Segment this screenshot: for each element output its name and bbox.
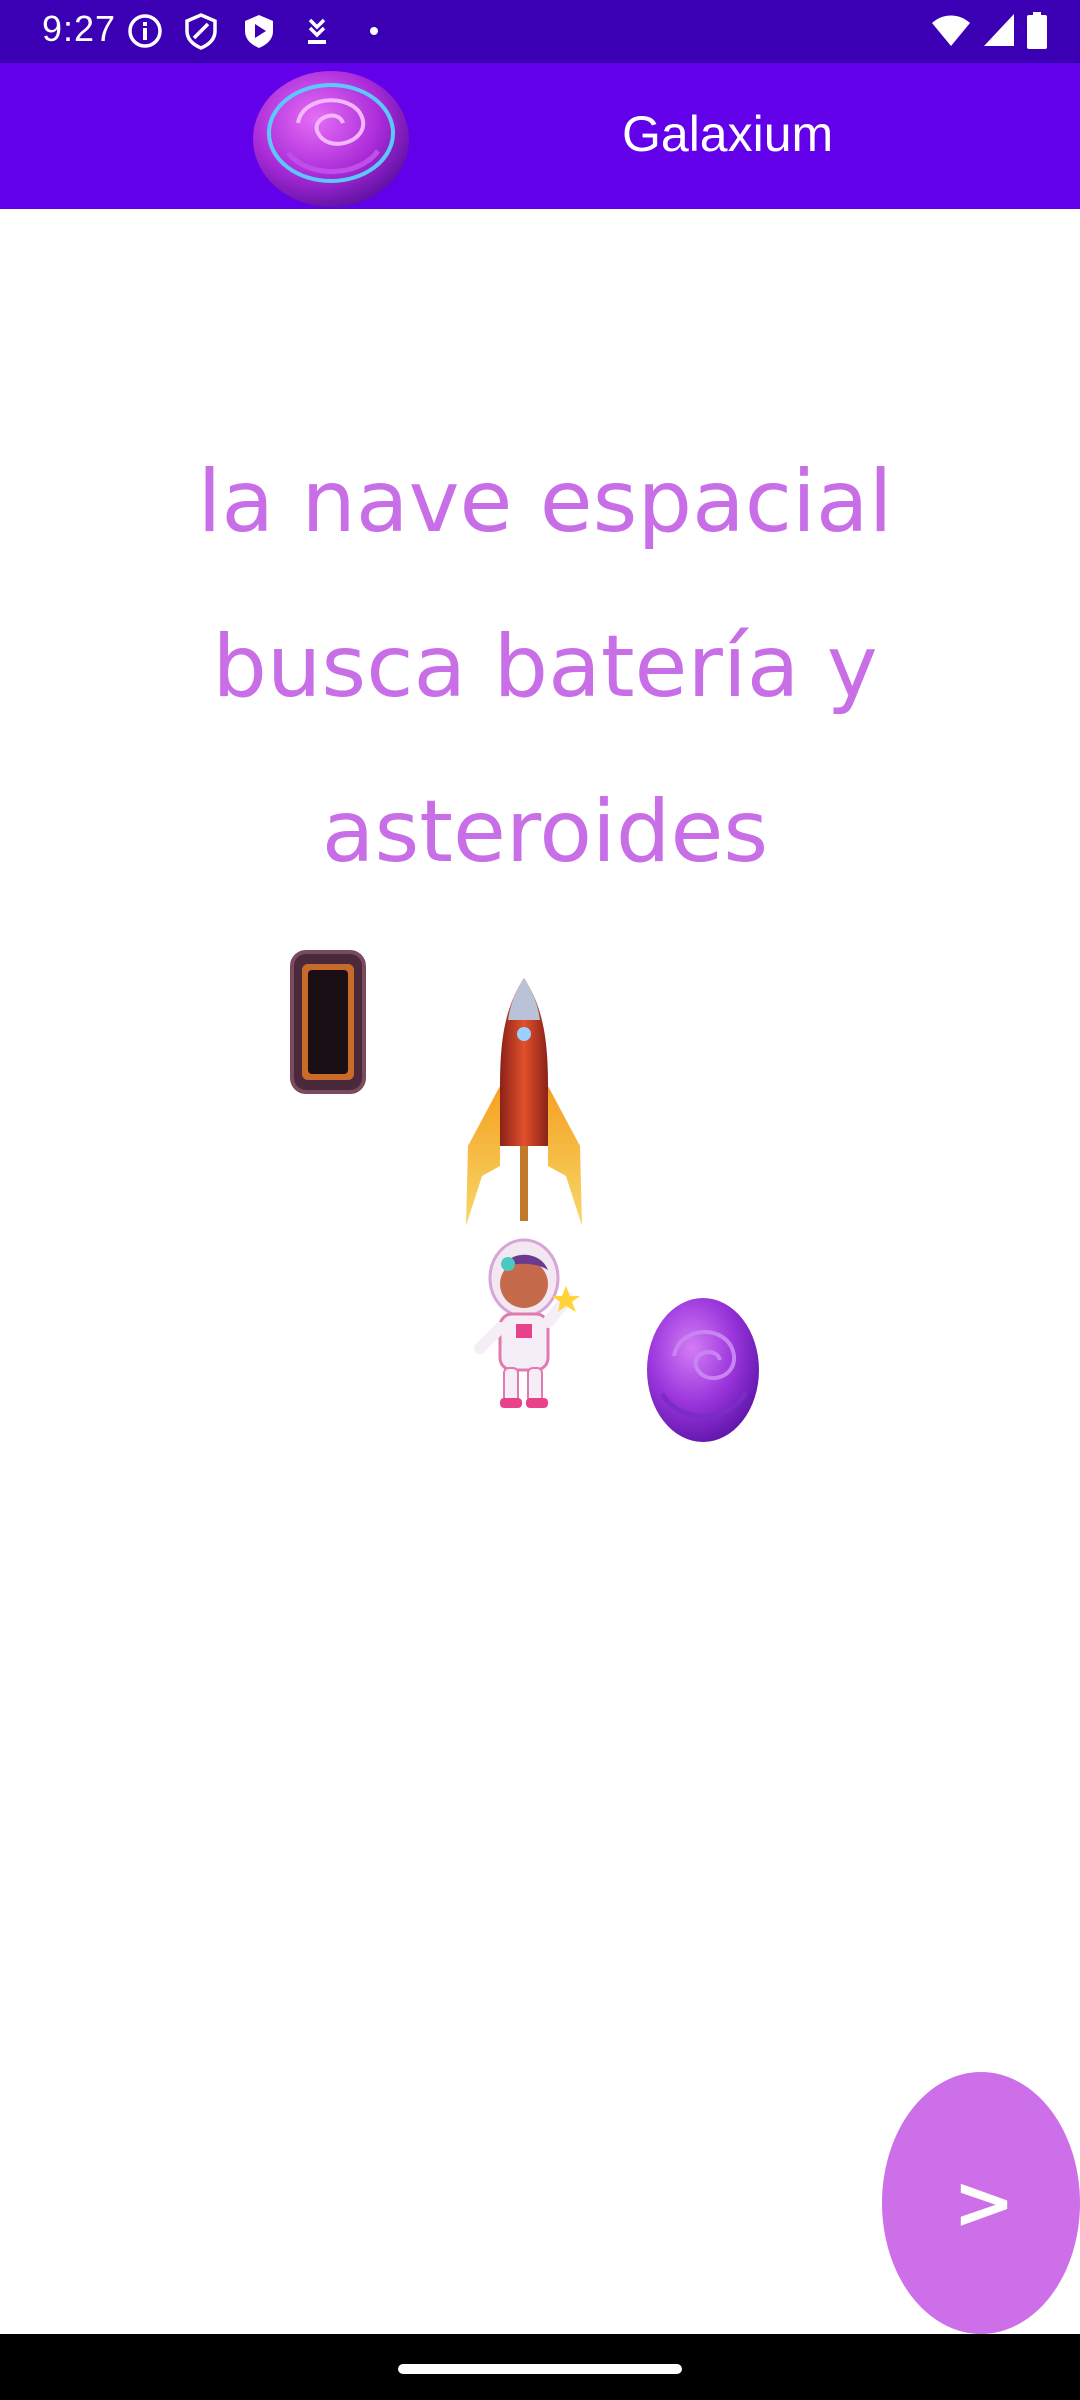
download-icon (298, 12, 336, 54)
purple-planet-logo-icon (248, 63, 414, 209)
purple-planet-image (644, 1294, 762, 1444)
rocket-image (462, 976, 586, 1230)
status-icons-right (930, 12, 1080, 52)
caption-line: busca batería y (212, 617, 878, 717)
caption-line: asteroides (321, 782, 769, 882)
status-bar: 9:27 (0, 0, 1080, 63)
instruction-caption: la nave espacial busca batería y asteroi… (140, 420, 950, 915)
signal-icon (982, 12, 1016, 54)
battery-icon (1026, 12, 1048, 54)
navigation-bar (0, 2334, 1080, 2400)
chevron-right-icon: > (952, 2160, 1015, 2246)
dot-icon (364, 12, 384, 54)
status-time: 9:27 (42, 8, 117, 49)
next-button[interactable]: > (882, 2072, 1080, 2334)
caption-line: la nave espacial (197, 452, 893, 552)
battery-image (288, 948, 368, 1096)
app-bar: Galaxium (0, 63, 1080, 209)
wifi-icon (930, 12, 972, 54)
home-gesture-handle[interactable] (398, 2364, 682, 2374)
app-title: Galaxium (622, 106, 834, 162)
astronaut-image (466, 1228, 586, 1412)
shield-icon (182, 12, 220, 54)
info-icon (126, 12, 164, 54)
play-protect-icon (240, 12, 278, 54)
